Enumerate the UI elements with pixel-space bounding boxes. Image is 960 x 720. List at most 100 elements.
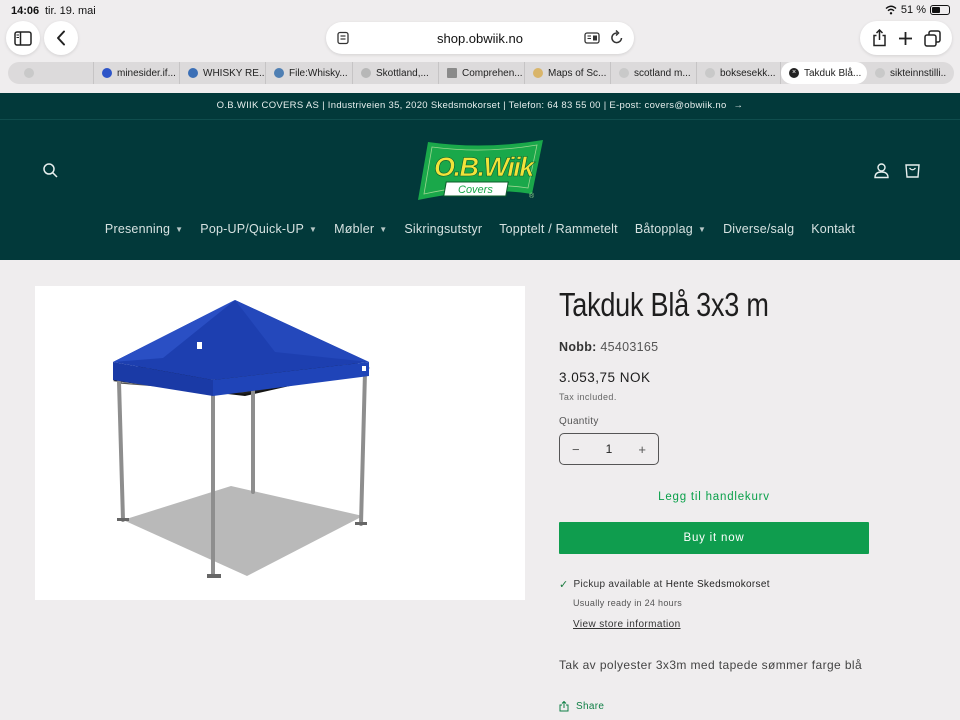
share-icon[interactable] xyxy=(872,29,887,47)
tab-label: minesider.if... xyxy=(117,67,176,79)
tab-label: Comprehen... xyxy=(462,67,523,79)
view-store-link[interactable]: View store information xyxy=(573,619,681,630)
product-description: Tak av polyester 3x3m med tapede sømmer … xyxy=(559,658,863,672)
back-button[interactable] xyxy=(44,21,78,55)
tab-favicon xyxy=(705,68,715,78)
nav-item-mobler[interactable]: Møbler ▼ xyxy=(334,222,387,236)
tab-favicon xyxy=(447,68,457,78)
nav-label: Presenning xyxy=(104,222,171,236)
announcement-bar[interactable]: O.B.WIIK COVERS AS | Industriveien 35, 2… xyxy=(0,93,960,120)
nav-label: Diverse/salg xyxy=(723,222,795,236)
tab-bar: minesider.if... WHISKY RE... File:Whisky… xyxy=(8,62,954,84)
nav-item-popup[interactable]: Pop-UP/Quick-UP ▼ xyxy=(200,222,317,236)
tab-favicon xyxy=(619,68,629,78)
nav-label: Topptelt / Rammetelt xyxy=(499,222,618,236)
search-icon[interactable] xyxy=(42,162,59,179)
nav-item-topptelt[interactable]: Topptelt / Rammetelt xyxy=(499,222,618,236)
chevron-down-icon: ▼ xyxy=(309,224,318,234)
sidebar-icon xyxy=(14,30,32,46)
tab-label: WHISKY RE... xyxy=(203,67,266,79)
tab-label: Skottland,... xyxy=(376,67,429,79)
tab-favicon xyxy=(361,68,371,78)
nav-item-presenning[interactable]: Presenning ▼ xyxy=(105,222,183,236)
nav-label: Pop-UP/Quick-UP xyxy=(200,222,305,236)
nav-item-sikringsutstyr[interactable]: Sikringsutstyr xyxy=(404,222,482,236)
status-bar: 14:06 tir. 19. mai 51 % xyxy=(0,0,960,22)
tab-label: Maps of Sc... xyxy=(548,67,607,79)
tab-8[interactable]: boksesekk... xyxy=(697,62,781,84)
sku-value: 45403165 xyxy=(600,340,659,354)
tax-note: Tax included. xyxy=(559,392,617,402)
battery-percent: 51 % xyxy=(900,4,926,16)
share-icon xyxy=(559,701,569,712)
tab-1[interactable]: minesider.if... xyxy=(94,62,180,84)
tab-label: scotland m... xyxy=(634,67,691,79)
chevron-down-icon: ▼ xyxy=(697,224,707,234)
tab-label: Takduk Blå... xyxy=(804,67,862,79)
check-icon: ✓ xyxy=(559,579,569,591)
sku-label: Nobb: xyxy=(559,340,597,354)
tab-favicon xyxy=(102,68,112,78)
plus-icon[interactable]: + xyxy=(638,442,646,457)
status-date: tir. 19. mai xyxy=(45,5,96,17)
tab-label: boksesekk... xyxy=(720,67,776,79)
nav-label: Møbler xyxy=(334,222,375,236)
cart-icon[interactable] xyxy=(904,162,921,179)
quantity-stepper: − 1 + xyxy=(559,433,659,465)
tab-label: File:Whisky... xyxy=(289,67,348,79)
share-button[interactable]: Share xyxy=(559,701,604,712)
tab-10[interactable]: sikteinnstilli... xyxy=(867,62,947,84)
site-header: O.B.Wiik Covers ® Presenning ▼ Pop-UP/Qui… xyxy=(0,120,960,260)
arrow-right-icon: → xyxy=(733,100,744,111)
product-sku: Nobb: 45403165 xyxy=(559,340,658,354)
nav-item-diverse[interactable]: Diverse/salg xyxy=(723,222,794,236)
tab-7[interactable]: scotland m... xyxy=(611,62,697,84)
tab-4[interactable]: Skottland,... xyxy=(353,62,439,84)
nav-label: Båtopplag xyxy=(634,222,693,236)
announcement-text: O.B.WIIK COVERS AS | Industriveien 35, 2… xyxy=(216,100,727,111)
product-title: Takduk Blå 3x3 m xyxy=(559,286,769,323)
wifi-icon xyxy=(885,5,897,15)
tab-2[interactable]: WHISKY RE... xyxy=(180,62,266,84)
account-icon[interactable] xyxy=(873,162,890,179)
status-right: 51 % xyxy=(885,4,950,16)
main-nav: Presenning ▼ Pop-UP/Quick-UP ▼ Møbler ▼ Sik… xyxy=(0,222,960,236)
tab-label: sikteinnstilli... xyxy=(890,67,947,79)
chevron-left-icon xyxy=(57,30,65,46)
tab-3[interactable]: File:Whisky... xyxy=(266,62,353,84)
close-icon[interactable]: × xyxy=(789,68,799,78)
battery-icon xyxy=(930,5,950,15)
buy-now-button[interactable]: Buy it now xyxy=(559,522,869,554)
pickup-ready-text: Usually ready in 24 hours xyxy=(573,598,683,608)
product-price: 3.053,75 NOK xyxy=(559,370,651,385)
tab-5[interactable]: Comprehen... xyxy=(439,62,525,84)
nav-label: Kontakt xyxy=(811,222,856,236)
pickup-availability: ✓ Pickup available at Hente Skedsmokorse… xyxy=(559,578,770,591)
tab-0[interactable] xyxy=(16,62,94,84)
nav-item-kontakt[interactable]: Kontakt xyxy=(811,222,855,236)
obwiik-logo[interactable]: O.B.Wiik Covers ® xyxy=(414,138,546,204)
quantity-label: Quantity xyxy=(559,416,599,427)
tab-favicon xyxy=(533,68,543,78)
canopy-tent-image xyxy=(113,300,370,578)
nav-label: Sikringsutstyr xyxy=(404,222,483,236)
logo-mark: ® xyxy=(529,192,535,200)
tab-favicon xyxy=(274,68,284,78)
tab-6[interactable]: Maps of Sc... xyxy=(525,62,611,84)
nav-item-batopplag[interactable]: Båtopplag ▼ xyxy=(635,222,706,236)
tab-active[interactable]: × Takduk Blå... xyxy=(781,62,867,84)
logo-subtext: Covers xyxy=(458,184,493,196)
reader-icon[interactable] xyxy=(584,31,600,45)
sidebar-toggle-button[interactable] xyxy=(6,21,40,55)
new-tab-icon[interactable] xyxy=(898,31,913,46)
tab-overview-icon[interactable] xyxy=(923,29,941,47)
address-bar[interactable]: shop.obwiik.no xyxy=(326,22,634,54)
tab-favicon xyxy=(188,68,198,78)
logo-text: O.B.Wiik xyxy=(434,152,536,182)
add-to-cart-button[interactable]: Legg til handlekurv xyxy=(559,491,869,503)
pickup-prefix: Pickup available at xyxy=(573,579,666,590)
product-image[interactable] xyxy=(35,286,525,600)
quantity-input[interactable]: 1 xyxy=(606,442,613,456)
minus-icon[interactable]: − xyxy=(572,442,580,457)
reload-icon[interactable] xyxy=(610,30,624,45)
